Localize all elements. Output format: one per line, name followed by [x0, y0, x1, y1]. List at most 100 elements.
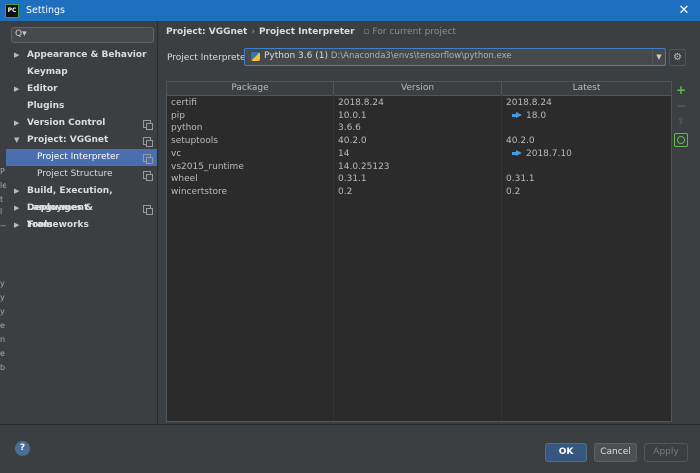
title-bar: PC Settings ✕ [0, 0, 700, 21]
package-latest: 2018.8.24 [506, 98, 552, 108]
interpreter-name: Python 3.6 (1) [264, 51, 328, 61]
package-name: wincertstore [171, 186, 228, 197]
package-latest: 40.2.0 [506, 136, 535, 147]
python-icon [251, 52, 260, 61]
table-row[interactable]: vc 14 2018.7.10 [167, 148, 671, 161]
sidebar-item-label: Project Structure [37, 169, 113, 179]
chevron-right-icon: ▶ [14, 85, 20, 93]
package-latest-upgrade: 18.0 [512, 110, 546, 123]
project-scope-icon [143, 171, 153, 181]
add-package-icon[interactable]: + [674, 83, 688, 97]
sidebar-item-appearance-behavior[interactable]: ▶ Appearance & Behavior [6, 47, 157, 64]
package-latest: 2018.7.10 [526, 148, 572, 159]
sidebar-item-label: Keymap [27, 67, 68, 77]
breadcrumb: Project: VGGnet › Project Interpreter ▫ Fo… [166, 27, 456, 37]
cancel-button[interactable]: Cancel [594, 443, 637, 462]
sidebar-item-tools[interactable]: ▶ Tools [6, 217, 157, 234]
refresh-icon[interactable] [674, 133, 688, 147]
project-scope-icon [143, 154, 153, 164]
sidebar-item-languages-frameworks[interactable]: ▶ Languages & Frameworks [6, 200, 157, 230]
package-version: 0.31.1 [338, 174, 367, 185]
package-latest: 18.0 [526, 110, 547, 121]
breadcrumb-project: Project: VGGnet [166, 27, 248, 37]
package-version: 40.2.0 [338, 136, 367, 147]
sidebar-item-label: Version Control [27, 118, 106, 128]
pycharm-logo-icon: PC [5, 3, 19, 18]
upgrade-arrow-icon [512, 112, 522, 119]
package-name: pip [171, 110, 185, 121]
sidebar-item-project-vggnet[interactable]: ▼ Project: VGGnet [6, 132, 157, 149]
sidebar-item-label: Tools [27, 220, 53, 230]
search-box[interactable]: Q▾ [11, 27, 154, 43]
sidebar-item-label: Project Interpreter [37, 152, 120, 162]
package-name: setuptools [171, 136, 218, 147]
dialog-footer: ? OK Cancel Apply [0, 424, 700, 473]
apply-button[interactable]: Apply [644, 443, 688, 462]
breadcrumb-separator: › [251, 27, 255, 37]
interpreter-value: Python 3.6 (1) D:\Anaconda3\envs\tensorf… [264, 51, 512, 61]
package-name: certifi [171, 98, 197, 108]
column-header-package[interactable]: Package [167, 82, 334, 95]
table-row[interactable]: wincertstore 0.2 0.2 [167, 186, 671, 199]
package-version: 3.6.6 [338, 123, 361, 134]
upgrade-arrow-icon [512, 150, 522, 157]
package-version: 14.0.25123 [338, 161, 390, 172]
breadcrumb-note: For current project [372, 27, 456, 37]
project-scope-icon [143, 205, 153, 215]
sidebar-item-keymap[interactable]: Keymap [6, 64, 157, 81]
sidebar-item-label: Appearance & Behavior [27, 50, 147, 60]
interpreter-path: D:\Anaconda3\envs\tensorflow\python.exe [330, 51, 512, 61]
search-input[interactable] [28, 29, 148, 41]
project-scope-icon [143, 137, 153, 147]
remove-package-icon[interactable]: − [674, 99, 688, 113]
package-name: wheel [171, 174, 198, 185]
help-icon[interactable]: ? [15, 441, 30, 456]
packages-table: Package Version Latest certifi 2018.8.24… [166, 81, 672, 422]
sidebar-item-label: Editor [27, 84, 58, 94]
project-scope-icon [143, 120, 153, 130]
package-version: 14 [338, 148, 350, 159]
table-row[interactable]: pip 10.0.1 18.0 [167, 110, 671, 123]
search-icon: Q▾ [15, 29, 27, 39]
package-latest-upgrade: 2018.7.10 [512, 148, 572, 161]
interpreter-dropdown[interactable]: Python 3.6 (1) D:\Anaconda3\envs\tensorf… [244, 48, 666, 66]
upgrade-package-icon[interactable]: ⇧ [674, 115, 688, 129]
table-row[interactable]: certifi 2018.8.24 2018.8.24 [167, 97, 671, 110]
chevron-right-icon: ▶ [14, 51, 20, 59]
breadcrumb-page: Project Interpreter [258, 27, 355, 37]
sidebar-item-project-structure[interactable]: Project Structure [6, 166, 157, 183]
main-panel: Project: VGGnet › Project Interpreter ▫ Fo… [158, 21, 700, 424]
package-latest: 0.31.1 [506, 174, 535, 185]
window-title: Settings [26, 5, 65, 16]
table-row[interactable]: setuptools 40.2.0 40.2.0 [167, 135, 671, 148]
package-version: 0.2 [338, 186, 353, 197]
package-latest: 0.2 [506, 186, 521, 197]
package-version: 2018.8.24 [338, 98, 384, 108]
column-header-version[interactable]: Version [334, 82, 502, 95]
close-icon[interactable]: ✕ [668, 0, 700, 21]
chevron-right-icon: ▶ [14, 119, 20, 127]
column-header-latest[interactable]: Latest [502, 82, 671, 95]
package-name: python [171, 123, 203, 134]
table-row[interactable]: python 3.6.6 [167, 122, 671, 135]
sidebar-item-project-interpreter[interactable]: Project Interpreter [6, 149, 157, 166]
sidebar-item-plugins[interactable]: Plugins [6, 98, 157, 115]
for-current-project-note: ▫ For current project [363, 27, 455, 37]
chevron-right-icon: ▶ [14, 221, 20, 229]
table-row[interactable]: wheel 0.31.1 0.31.1 [167, 173, 671, 186]
package-toolbar: + − ⇧ [672, 81, 692, 420]
chevron-right-icon: ▶ [14, 187, 20, 195]
sidebar-item-editor[interactable]: ▶ Editor [6, 81, 157, 98]
chevron-down-icon[interactable]: ▼ [652, 49, 665, 65]
sidebar-item-label: Project: VGGnet [27, 135, 109, 145]
sidebar-item-version-control[interactable]: ▶ Version Control [6, 115, 157, 132]
sidebar-item-build-execution-deployment[interactable]: ▶ Build, Execution, Deployment [6, 183, 157, 213]
package-name: vs2015_runtime [171, 161, 244, 172]
table-row[interactable]: vs2015_runtime 14.0.25123 [167, 161, 671, 174]
chevron-right-icon: ▶ [14, 204, 20, 212]
chevron-down-icon: ▼ [14, 136, 20, 144]
interpreter-label: Project Interpreter: [167, 53, 253, 63]
gear-icon[interactable]: ⚙ [669, 49, 686, 66]
settings-sidebar: Q▾ ▶ Appearance & Behavior Keymap ▶ Edit… [6, 21, 158, 424]
ok-button[interactable]: OK [545, 443, 587, 462]
